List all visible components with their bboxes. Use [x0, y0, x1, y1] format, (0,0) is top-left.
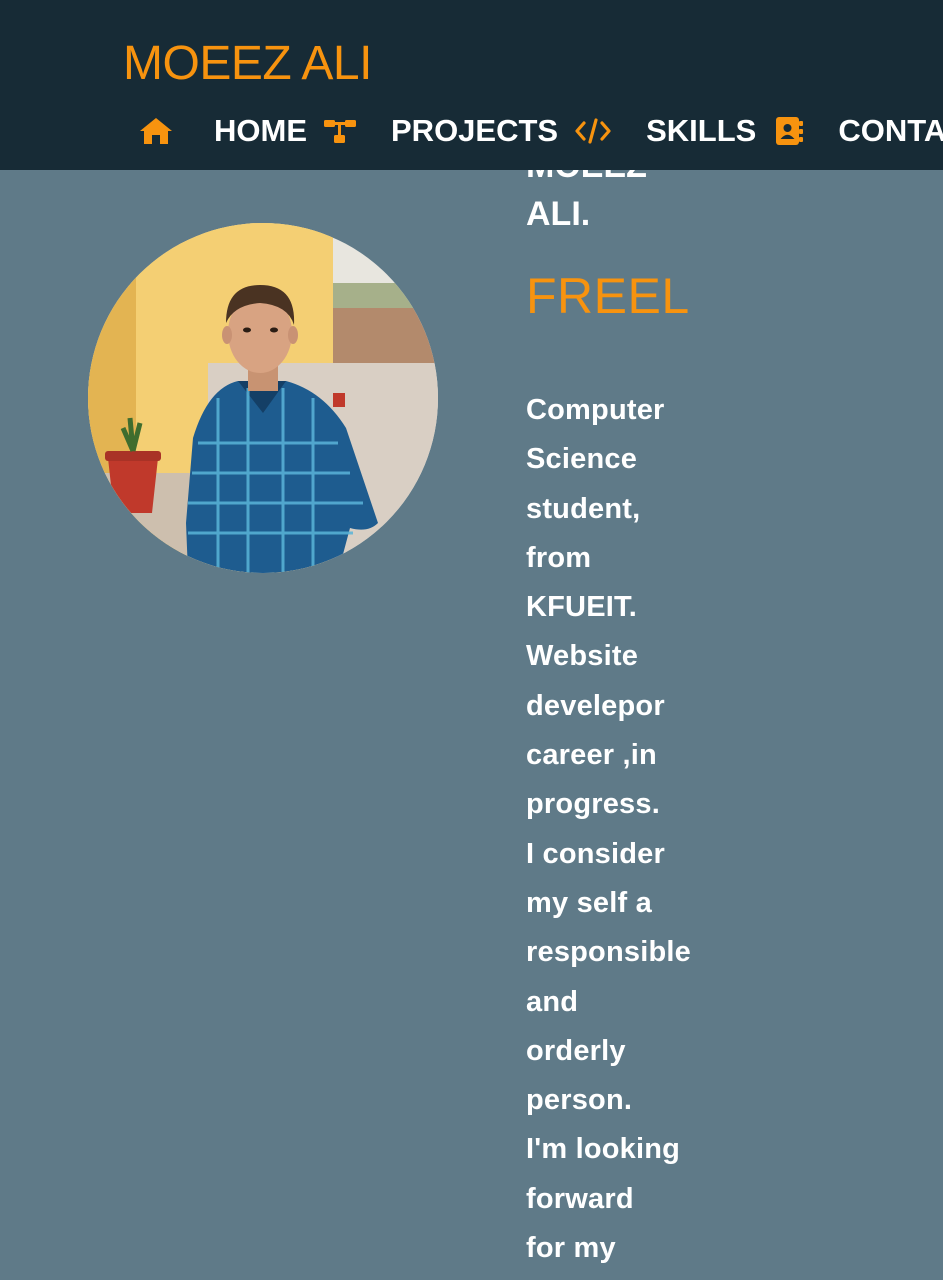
- home-icon[interactable]: [138, 116, 174, 146]
- nav-item-projects[interactable]: PROJECTS: [391, 113, 558, 149]
- bio-line: my self a: [526, 886, 652, 919]
- bio-line: person.: [526, 1084, 633, 1117]
- hero-role-viewport: FREELANCER: [526, 266, 688, 326]
- bio-line: I'm looking: [526, 1133, 681, 1166]
- bio-line: Website: [526, 640, 639, 673]
- nav-item-contact[interactable]: CONTACT: [838, 113, 943, 149]
- nav-label-contact[interactable]: CONTACT: [838, 113, 943, 149]
- bio-line: orderly: [526, 1034, 626, 1067]
- contact-book-icon: [774, 115, 804, 147]
- profile-photo: [88, 223, 438, 573]
- nav-item-skills[interactable]: SKILLS: [646, 113, 756, 149]
- bio-line: I consider: [526, 837, 665, 870]
- bio-line: Science: [526, 443, 638, 476]
- site-header: MOEEZ ALI HOME PROJECTS SKILLS CONTA: [0, 0, 943, 170]
- hero-name: MOEEZ ALI.: [526, 170, 696, 238]
- hero-bio: Computer Science student, from KFUEIT. W…: [526, 386, 696, 1273]
- bio-line: for my: [526, 1232, 616, 1265]
- bio-line: responsible: [526, 936, 691, 969]
- hero-section: MOEEZ ALI. FREELANCER Computer Science s…: [0, 170, 943, 1280]
- bio-line: student,: [526, 492, 641, 525]
- bio-line: progress.: [526, 788, 660, 821]
- bio-line: KFUEIT.: [526, 591, 637, 624]
- bio-line: career ,in: [526, 739, 657, 772]
- bio-line: Computer: [526, 394, 665, 426]
- hero-name-line-1: MOEEZ: [526, 170, 696, 190]
- bio-line: and: [526, 985, 579, 1018]
- nav-label-projects[interactable]: PROJECTS: [391, 113, 558, 149]
- nav-item-home[interactable]: HOME: [214, 113, 307, 149]
- hero-role: FREELANCER: [526, 268, 688, 324]
- code-icon: [574, 117, 612, 145]
- main-nav: HOME PROJECTS SKILLS CONTA: [138, 108, 943, 154]
- intro-text: MOEEZ ALI. FREELANCER Computer Science s…: [526, 170, 696, 1273]
- hero-name-line-2: ALI.: [526, 195, 591, 233]
- bio-line: from: [526, 541, 592, 574]
- sitemap-icon: [323, 117, 357, 145]
- bio-line: forward: [526, 1182, 634, 1215]
- site-brand[interactable]: MOEEZ ALI: [123, 36, 372, 91]
- nav-label-home[interactable]: HOME: [214, 113, 307, 149]
- nav-label-skills[interactable]: SKILLS: [646, 113, 756, 149]
- bio-line: develepor: [526, 689, 665, 722]
